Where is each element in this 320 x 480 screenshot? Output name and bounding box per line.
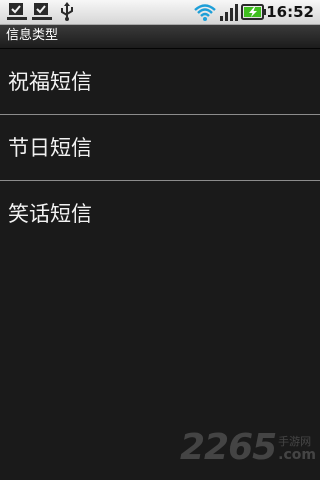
list-item-label: 节日短信 [8,136,92,160]
wifi-icon [193,2,217,22]
list-item-holiday-sms[interactable]: 节日短信 [0,115,320,180]
page-title: 信息类型 [6,28,59,43]
list-item-label: 祝福短信 [8,70,92,94]
download-complete-icon [31,2,53,22]
clock: 16:52 [266,3,314,21]
watermark-main: 2265 [179,427,277,468]
list-item-label: 笑话短信 [8,202,92,226]
watermark: 2265 手游网 .com [180,430,316,466]
watermark-side-bottom: .com [278,447,316,463]
title-bar: 信息类型 [0,25,320,49]
status-bar[interactable]: 16:52 [0,0,320,25]
usb-icon [59,2,75,22]
message-type-list: 祝福短信 节日短信 笑话短信 [0,49,320,246]
battery-charging-icon [241,2,267,22]
download-complete-icon [6,2,28,22]
list-item-blessing-sms[interactable]: 祝福短信 [0,49,320,114]
signal-icon [219,2,239,22]
watermark-side: 手游网 .com [278,436,316,463]
list-item-joke-sms[interactable]: 笑话短信 [0,181,320,246]
